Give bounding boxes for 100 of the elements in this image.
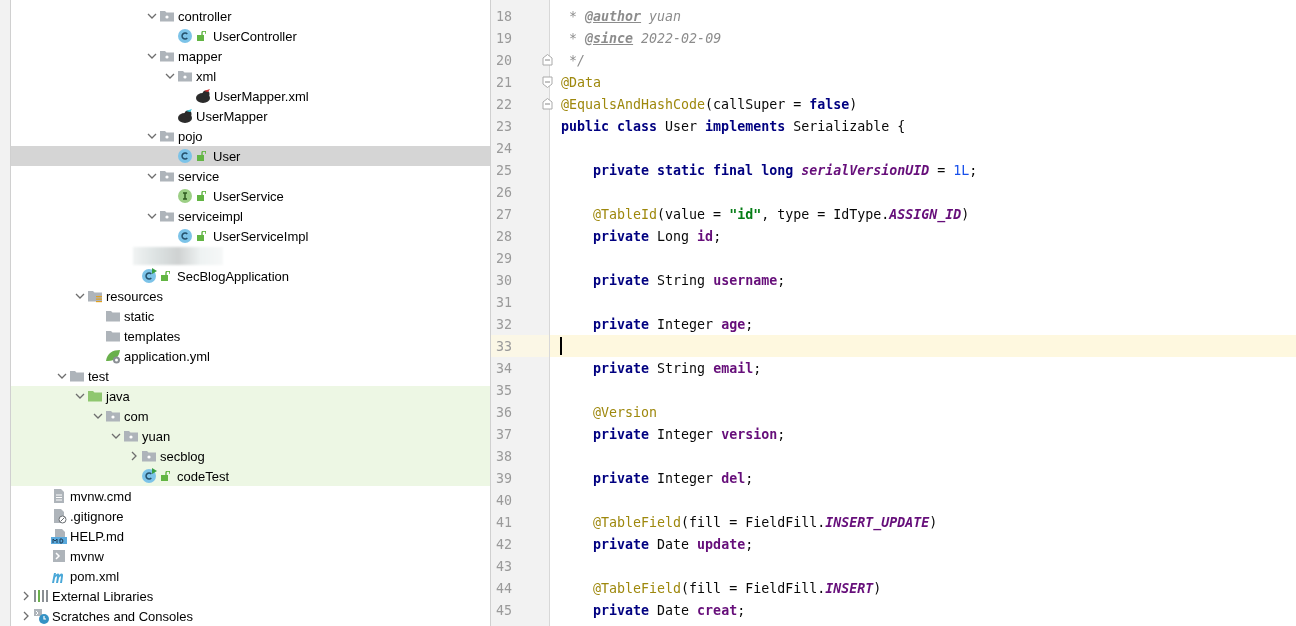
tree-item[interactable]: UserController [11,26,490,46]
tree-item[interactable]: static [11,306,490,326]
tree-item[interactable]: UserService [11,186,490,206]
line-number: 27 [495,206,513,222]
line-number: 32 [495,316,513,332]
tree-item-label: mapper [178,48,223,64]
line-number: 23 [495,118,513,134]
tree-item[interactable]: pom.xml [11,566,490,586]
tree-item-label: yuan [142,428,171,444]
folder-icon [105,308,121,324]
tree-item-label: secblog [160,448,205,464]
line-number: 43 [495,558,513,574]
tree-item[interactable]: application.yml [11,346,490,366]
code-line: @TableField(fill = FieldFill.INSERT_UPDATE) [592,514,938,530]
tree-item[interactable]: resources [11,286,490,306]
line-number: 18 [495,8,513,24]
package-icon [141,448,157,464]
tree-item[interactable]: pojo [11,126,490,146]
package-icon [159,48,175,64]
tree-item-label: mvnw [70,548,104,564]
folder-icon [105,328,121,344]
code-line: private String email; [592,360,762,376]
tree-item-label: serviceimpl [178,208,243,224]
tree-item[interactable]: templates [11,326,490,346]
tree-item[interactable]: External Libraries [11,586,490,606]
line-number: 44 [495,580,513,596]
tree-item-label: mvnw.cmd [70,488,132,504]
fold-marker-icon[interactable] [542,76,553,88]
code-line: @Version [592,404,658,420]
tree-item[interactable]: test [11,366,490,386]
tree-item[interactable]: UserServiceImpl [11,226,490,246]
tree-item-label: codeTest [177,468,230,484]
class-icon [177,228,193,244]
class-icon [177,148,193,164]
line-number: 21 [495,74,513,90]
tree-item-label: test [88,368,109,384]
line-number: 37 [495,426,513,442]
tree-item[interactable]: controller [11,6,490,26]
package-icon [159,8,175,24]
line-number: 35 [495,382,513,398]
code-line: private Date update; [592,536,754,552]
tree-item[interactable]: xml [11,66,490,86]
line-number: 31 [495,294,513,310]
tree-item-label: Scratches and Consoles [52,608,193,624]
tree-item-label: com [124,408,149,424]
package-icon [159,168,175,184]
tree-item[interactable]: service [11,166,490,186]
line-number: 42 [495,536,513,552]
script-file-icon [51,548,67,564]
line-number: 25 [495,162,513,178]
fold-marker-icon[interactable] [542,98,553,110]
tree-item[interactable]: HELP.md [11,526,490,546]
line-number: 30 [495,272,513,288]
tree-item[interactable]: secblog [11,446,490,466]
tree-item-label: UserService [213,188,284,204]
line-number: 38 [495,448,513,464]
tree-item[interactable]: mapper [11,46,490,66]
tree-item-label: UserServiceImpl [213,228,309,244]
code-line: public class User implements Serializable { [561,118,906,134]
tree-item-label: service [178,168,220,184]
line-number: 28 [495,228,513,244]
tree-item[interactable]: serviceimpl [11,206,490,226]
tree-item[interactable]: mvnw [11,546,490,566]
text-file-icon [51,488,67,504]
code-line: private static final long serialVersionUID = 1L; [592,162,978,178]
tree-item[interactable]: Scratches and Consoles [11,606,490,626]
tree-item[interactable]: yuan [11,426,490,446]
line-number: 19 [495,30,513,46]
libraries-icon [33,588,49,604]
tree-item-label: .gitignore [70,508,124,524]
line-number: 33 [495,338,513,354]
tree-item-label: templates [124,328,181,344]
tree-item[interactable]: UserMapper.xml [11,86,490,106]
code-line: @Data [561,74,602,90]
package-icon [159,208,175,224]
code-line: @TableId(value = "id", type = IdType.ASSIGN_ID) [592,206,970,222]
test-folder-icon [87,388,103,404]
tree-item-label: User [213,148,241,164]
tree-item[interactable]: UserMapper [11,106,490,126]
runnable-class-icon [141,268,157,284]
fold-marker-icon[interactable] [542,54,553,66]
tree-item[interactable]: com [11,406,490,426]
leaf-icon [105,348,121,364]
code-line: @TableField(fill = FieldFill.INSERT) [592,580,882,596]
line-number: 34 [495,360,513,376]
code-line: @EqualsAndHashCode(callSuper = false) [561,96,858,112]
tree-item-label: controller [178,8,232,24]
package-icon [159,128,175,144]
tree-item[interactable]: .gitignore [11,506,490,526]
tree-item[interactable]: User [11,146,490,166]
line-number: 29 [495,250,513,266]
tree-item-label: java [106,388,130,404]
bird-icon [195,88,211,104]
tree-item[interactable]: java [11,386,490,406]
tree-item[interactable]: SecBlogApplication [11,266,490,286]
tree-item-label: HELP.md [70,528,124,544]
code-line: */ [568,52,586,68]
tree-item[interactable]: codeTest [11,466,490,486]
tree-item[interactable]: mvnw.cmd [11,486,490,506]
line-number: 41 [495,514,513,530]
